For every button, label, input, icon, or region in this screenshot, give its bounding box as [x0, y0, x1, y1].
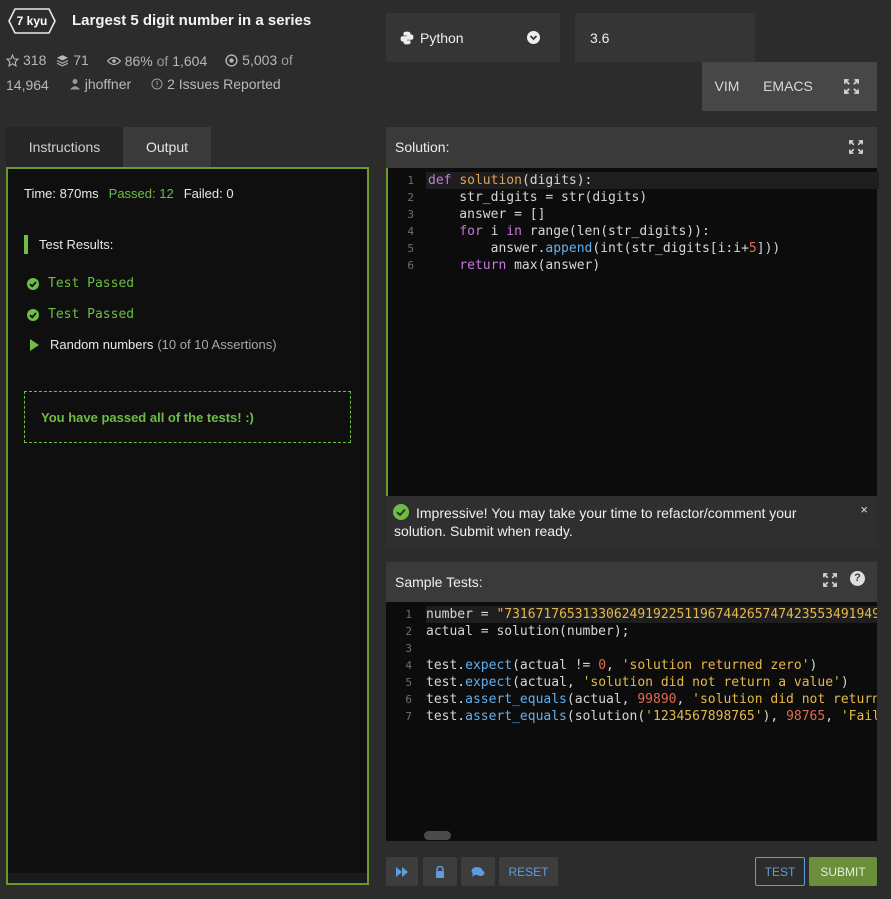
language-label: Python — [420, 29, 464, 46]
test-summary: Time: 870ms Passed: 12 Failed: 0 — [24, 186, 234, 201]
stars-count: 318 — [23, 52, 47, 68]
results-bar — [24, 235, 28, 254]
version-select[interactable]: 3.6 — [575, 13, 755, 62]
vim-button[interactable]: VIM — [702, 62, 752, 111]
issues-label: 2 Issues Reported — [167, 75, 281, 92]
panel-tabs: Instructions Output — [6, 127, 369, 167]
python-icon — [400, 31, 414, 44]
completed-stat: 5,003 of — [225, 49, 293, 71]
chat-icon — [471, 866, 485, 877]
output-panel — [6, 167, 369, 885]
expand-triangle-icon — [30, 338, 39, 351]
tab-output[interactable]: Output — [123, 127, 211, 167]
issues-stat[interactable]: 2 Issues Reported — [151, 73, 281, 95]
eye-icon — [106, 56, 121, 65]
passed-label: Passed: 12 — [108, 186, 174, 201]
emacs-button[interactable]: EMACS — [752, 62, 824, 111]
chevron-down-icon — [527, 31, 540, 44]
expand-icon[interactable] — [823, 573, 837, 587]
help-icon[interactable]: ? — [850, 571, 865, 586]
results-title: Test Results: — [39, 237, 114, 252]
kata-stats: 318 71 86% of 1,604 5,003 of 14,964 jhof… — [6, 49, 316, 96]
time-label: Time: 870ms — [24, 186, 99, 201]
check-circle-icon — [27, 308, 39, 321]
close-icon[interactable]: × — [860, 502, 868, 517]
star-icon — [6, 53, 19, 67]
notice-text: Impressive! You may take your time to re… — [394, 505, 797, 539]
version-label: 3.6 — [590, 29, 610, 46]
solution-editor[interactable]: 1 def solution(digits): 2 str_digits = st… — [386, 168, 879, 496]
target-icon — [225, 53, 238, 67]
output-panel-footer — [8, 873, 367, 883]
expand-icon — [844, 79, 859, 94]
test-result-1: Test Passed — [27, 276, 134, 291]
tab-instructions[interactable]: Instructions — [6, 127, 123, 167]
check-circle-icon — [27, 277, 39, 290]
test-button[interactable]: TEST — [755, 857, 805, 886]
satisfaction-total: 1,604 — [172, 52, 208, 69]
stars-stat[interactable]: 318 — [6, 49, 46, 71]
sample-tests-header: Sample Tests: ? — [386, 562, 877, 602]
collections-stat[interactable]: 71 — [56, 49, 89, 71]
satisfaction-pct: 86% — [124, 52, 153, 69]
horizontal-scrollbar[interactable] — [424, 831, 451, 840]
completed-count: 5,003 — [242, 52, 278, 68]
run-tests-fast-button[interactable] — [386, 857, 418, 886]
sample-tests-title: Sample Tests: — [395, 574, 483, 590]
user-icon — [69, 78, 80, 89]
unlock-solutions-button[interactable] — [423, 857, 457, 886]
completed-of: of — [281, 52, 293, 68]
fast-forward-icon — [396, 866, 408, 877]
test-group-assertions: (10 of 10 Assertions) — [157, 337, 277, 352]
expand-icon[interactable] — [849, 140, 863, 154]
submit-button[interactable]: SUBMIT — [809, 857, 877, 886]
language-select[interactable]: Python — [386, 13, 560, 62]
failed-label: Failed: 0 — [183, 186, 234, 201]
rank-label: 7 kyu — [16, 14, 48, 28]
sample-tests-editor[interactable]: 1 number = "73167176531330624919225119674… — [386, 602, 877, 841]
solution-title: Solution: — [395, 139, 450, 155]
rank-badge: 7 kyu — [8, 8, 56, 34]
test-result-label: Test Passed — [48, 276, 135, 291]
success-notice: Impressive! You may take your time to re… — [386, 496, 877, 547]
author-stat[interactable]: jhoffner — [69, 73, 131, 95]
satisfaction-of: of — [156, 52, 169, 69]
solution-header: Solution: — [386, 127, 877, 168]
reset-button[interactable]: RESET — [499, 857, 558, 886]
info-icon — [151, 78, 163, 89]
satisfaction-stat: 86% of 1,604 — [106, 50, 208, 72]
kata-title: Largest 5 digit number in a series — [72, 12, 312, 29]
author-name: jhoffner — [84, 75, 132, 92]
lock-icon — [436, 865, 444, 878]
fullscreen-button[interactable] — [825, 62, 877, 111]
test-group-random[interactable]: Random numbers (10 of 10 Assertions) — [30, 337, 277, 352]
completed-total: 14,964 — [6, 76, 49, 93]
layers-icon — [57, 54, 69, 67]
test-result-label: Test Passed — [48, 307, 135, 322]
test-result-2: Test Passed — [27, 307, 134, 322]
pass-message: You have passed all of the tests! :) — [24, 391, 351, 443]
discuss-button[interactable] — [461, 857, 495, 886]
collections-count: 71 — [73, 52, 89, 68]
test-group-name: Random numbers — [50, 337, 154, 352]
